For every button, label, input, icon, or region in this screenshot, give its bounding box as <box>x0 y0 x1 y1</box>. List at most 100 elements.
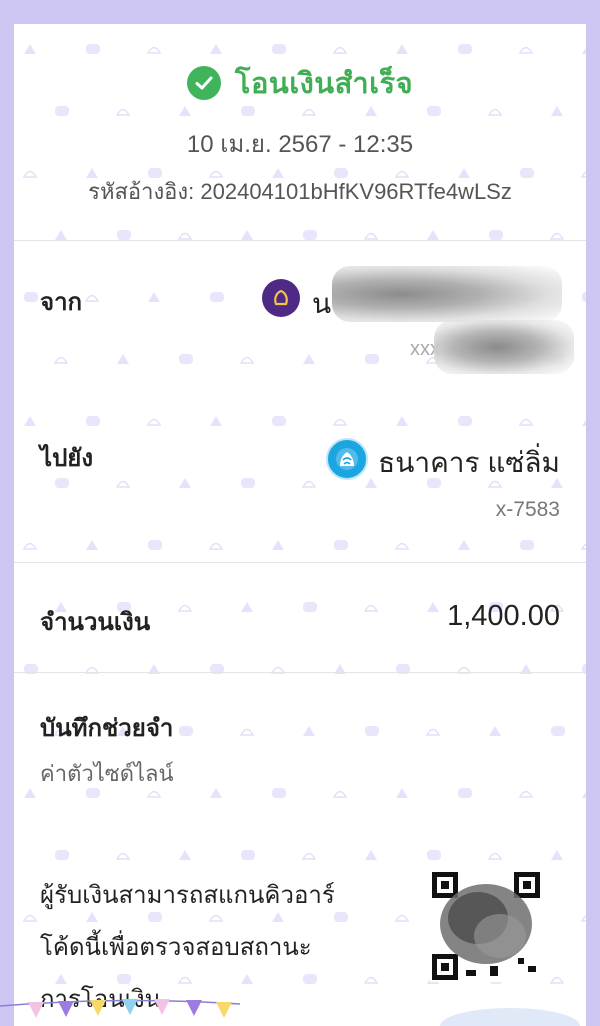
pattern-mark <box>363 232 379 240</box>
pattern-mark <box>148 292 160 302</box>
pattern-mark <box>518 418 534 426</box>
pattern-mark <box>210 416 222 426</box>
pattern-mark <box>458 540 470 550</box>
pattern-mark <box>179 726 193 736</box>
pattern-mark <box>332 418 348 426</box>
pattern-mark <box>520 540 534 550</box>
amount-label: จำนวนเงิน <box>40 609 151 636</box>
pattern-mark <box>208 542 224 550</box>
pattern-mark <box>487 108 503 116</box>
pattern-mark <box>117 354 129 364</box>
pattern-mark <box>86 416 100 426</box>
pattern-mark <box>146 418 162 426</box>
divider <box>14 240 586 241</box>
pattern-mark <box>24 788 36 798</box>
pattern-mark <box>179 106 191 116</box>
pattern-mark <box>396 416 408 426</box>
krungthai-bank-icon <box>326 438 368 480</box>
pattern-mark <box>179 354 193 364</box>
pattern-mark <box>55 230 67 240</box>
pattern-mark <box>427 602 439 612</box>
from-label: จาก <box>40 289 83 316</box>
pattern-mark <box>425 728 441 736</box>
pattern-mark <box>303 602 317 612</box>
pattern-mark <box>272 788 286 798</box>
pattern-mark <box>427 230 439 240</box>
pattern-mark <box>580 915 586 922</box>
check-circle-icon <box>186 66 221 100</box>
pattern-mark <box>241 850 255 860</box>
pattern-mark <box>365 478 377 488</box>
pattern-mark <box>549 976 565 984</box>
redacted-sender-name <box>332 266 562 322</box>
pattern-mark <box>551 850 563 860</box>
pattern-mark <box>115 108 131 116</box>
pattern-mark <box>458 416 472 426</box>
recipient-account: x-7583 <box>495 498 560 521</box>
qr-instruction-line: ผู้รับเงินสามารถสแกนคิวอาร์ <box>40 882 335 909</box>
pattern-mark <box>55 478 69 488</box>
pattern-mark <box>301 480 317 488</box>
pattern-mark <box>272 540 284 550</box>
recipient-name: ธนาคาร แซ่ลิ่ม <box>378 447 560 478</box>
transaction-datetime: 10 เม.ย. 2567 - 12:35 <box>186 131 414 158</box>
pattern-mark <box>177 604 193 612</box>
pattern-mark <box>179 478 191 488</box>
pattern-mark <box>394 542 410 550</box>
reference-row: รหัสอ้างอิง: 202404101bHfKV96RTfe4wLSz <box>14 174 586 209</box>
pattern-mark <box>582 292 586 302</box>
pattern-mark <box>489 726 501 736</box>
pattern-mark <box>458 44 472 54</box>
pattern-mark <box>396 44 408 54</box>
pattern-mark <box>301 108 317 116</box>
qr-instruction-line: โค้ดนี้เพื่อตรวจสอบสถานะ <box>40 934 312 961</box>
pattern-mark <box>332 46 348 54</box>
pattern-mark <box>239 728 255 736</box>
pattern-mark <box>549 232 565 240</box>
pattern-mark <box>241 602 253 612</box>
pattern-mark <box>22 914 38 922</box>
pattern-mark <box>582 791 586 798</box>
divider <box>14 562 586 563</box>
pattern-mark <box>303 354 315 364</box>
scb-bank-icon <box>262 279 300 317</box>
pattern-mark <box>146 46 162 54</box>
pattern-mark <box>301 852 317 860</box>
bunting-decoration <box>0 999 580 1026</box>
pattern-mark <box>146 790 162 798</box>
pattern-mark <box>458 788 472 798</box>
memo-value: ค่าตัวไซด์ไลน์ <box>40 761 174 786</box>
pattern-mark <box>332 790 348 798</box>
pattern-mark <box>427 106 441 116</box>
status-header: โอนเงินสำเร็จ <box>14 60 586 106</box>
pattern-mark <box>551 106 563 116</box>
pattern-mark <box>241 478 255 488</box>
pattern-mark <box>24 416 36 426</box>
pattern-mark <box>365 850 377 860</box>
pattern-mark <box>115 852 131 860</box>
qr-code-icon[interactable] <box>430 870 542 982</box>
pattern-mark <box>86 44 100 54</box>
pattern-mark <box>24 292 38 302</box>
pattern-mark <box>272 416 286 426</box>
pattern-mark <box>24 44 36 54</box>
pattern-mark <box>334 540 348 550</box>
pattern-mark <box>365 726 379 736</box>
pattern-mark <box>53 356 69 364</box>
pattern-mark <box>518 790 534 798</box>
pattern-mark <box>86 540 98 550</box>
pattern-mark <box>55 106 69 116</box>
reference-label: รหัสอ้างอิง: <box>88 179 195 204</box>
reference-code: 202404101bHfKV96RTfe4wLSz <box>200 179 512 204</box>
pattern-mark <box>179 850 191 860</box>
pattern-mark <box>487 852 503 860</box>
pattern-mark <box>117 230 131 240</box>
from-name-prefix: น <box>312 288 332 319</box>
pattern-mark <box>396 788 408 798</box>
pattern-mark <box>241 230 253 240</box>
divider <box>14 672 586 673</box>
memo-label: บันทึกช่วยจำ <box>40 715 174 742</box>
pattern-mark <box>365 106 377 116</box>
pattern-mark <box>580 543 586 550</box>
pattern-mark <box>303 726 315 736</box>
